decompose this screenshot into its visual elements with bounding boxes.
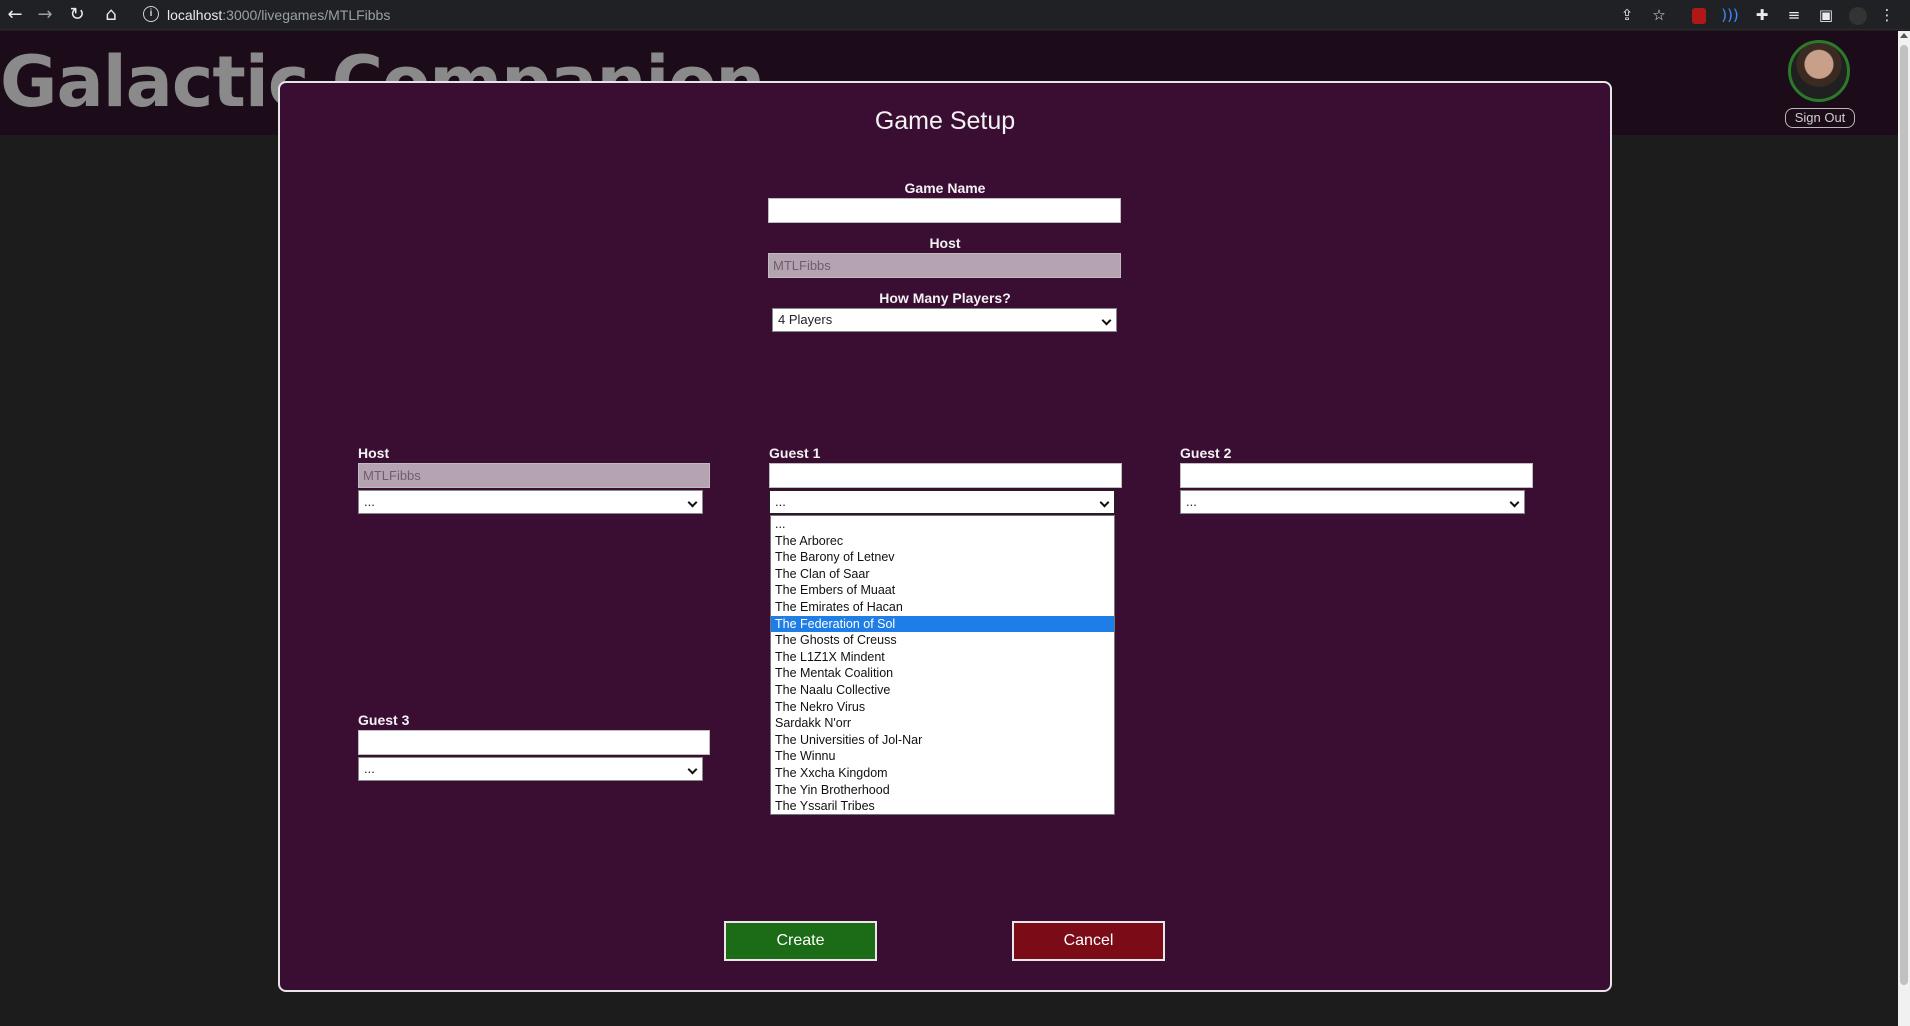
faction-option[interactable]: The Mentak Coalition	[771, 665, 1114, 682]
share-icon[interactable]: ⇪	[1612, 0, 1642, 30]
faction-option[interactable]: The Nekro Virus	[771, 699, 1114, 716]
home-icon[interactable]: ⌂	[96, 0, 126, 30]
guest1-faction-value: ...	[775, 494, 786, 509]
host-input: MTLFibbs	[768, 253, 1121, 278]
page-scrollbar[interactable]	[1898, 31, 1910, 1026]
faction-option[interactable]: The Emirates of Hacan	[771, 599, 1114, 616]
profile-icon[interactable]	[1843, 0, 1873, 30]
extension-wave-icon[interactable]: )))	[1715, 0, 1745, 30]
url-host: localhost	[167, 7, 223, 23]
guest3-name-input[interactable]	[358, 730, 710, 755]
faction-option[interactable]: The L1Z1X Mindent	[771, 649, 1114, 666]
modal-title: Game Setup	[874, 107, 1016, 135]
address-bar[interactable]: localhost:3000/livegames/MTLFibbs	[167, 4, 390, 26]
guest2-label: Guest 2	[1180, 445, 1232, 461]
chevron-down-icon	[687, 764, 698, 775]
guest3-faction-select[interactable]: ...	[358, 757, 703, 781]
menu-icon[interactable]: ⋮	[1872, 0, 1902, 30]
guest3-faction-value: ...	[364, 761, 375, 776]
game-name-label: Game Name	[904, 180, 986, 196]
host-player-name-input: MTLFibbs	[358, 463, 710, 488]
players-count-select[interactable]: 4 Players	[772, 308, 1117, 332]
reload-icon[interactable]: ↻	[62, 0, 92, 30]
url-path: :3000/livegames/MTLFibbs	[222, 7, 391, 23]
chevron-down-icon	[687, 497, 698, 508]
create-button[interactable]: Create	[724, 921, 877, 961]
scrollbar-thumb[interactable]	[1900, 45, 1908, 985]
faction-option[interactable]: The Xxcha Kingdom	[771, 765, 1114, 782]
guest3-label: Guest 3	[358, 712, 410, 728]
guest2-faction-value: ...	[1186, 494, 1197, 509]
puzzle-icon[interactable]: ✚	[1747, 0, 1777, 30]
guest2-faction-select[interactable]: ...	[1180, 490, 1525, 514]
guest2-name-input[interactable]	[1180, 463, 1533, 488]
faction-option[interactable]: ...	[771, 516, 1114, 533]
faction-option[interactable]: The Winnu	[771, 748, 1114, 765]
faction-option[interactable]: The Naalu Collective	[771, 682, 1114, 699]
players-count-value: 4 Players	[778, 312, 833, 327]
sign-out-button[interactable]: Sign Out	[1785, 108, 1855, 128]
faction-option[interactable]: The Yin Brotherhood	[771, 782, 1114, 799]
host-label: Host	[929, 235, 961, 251]
chevron-down-icon	[1101, 315, 1112, 326]
sidepanel-icon[interactable]: ▣	[1811, 0, 1841, 30]
chevron-down-icon	[1099, 497, 1110, 508]
players-count-label: How Many Players?	[879, 290, 1011, 306]
faction-option[interactable]: The Ghosts of Creuss	[771, 632, 1114, 649]
faction-option[interactable]: The Federation of Sol	[771, 615, 1114, 633]
back-icon[interactable]: ←	[0, 0, 30, 30]
faction-option[interactable]: The Clan of Saar	[771, 566, 1114, 583]
guest1-label: Guest 1	[769, 445, 821, 461]
host-player-label: Host	[358, 445, 390, 461]
faction-option[interactable]: The Universities of Jol-Nar	[771, 732, 1114, 749]
guest1-faction-select[interactable]: ...	[769, 490, 1115, 514]
host-faction-select[interactable]: ...	[358, 490, 703, 514]
ublock-icon[interactable]	[1684, 0, 1714, 30]
star-icon[interactable]: ☆	[1644, 0, 1674, 30]
cancel-button[interactable]: Cancel	[1012, 921, 1165, 961]
guest1-name-input[interactable]	[769, 463, 1122, 488]
scroll-up-icon[interactable]	[1900, 33, 1908, 38]
faction-option[interactable]: The Embers of Muaat	[771, 582, 1114, 599]
host-faction-value: ...	[364, 494, 375, 509]
forward-icon[interactable]: →	[30, 0, 60, 30]
chevron-down-icon	[1509, 497, 1520, 508]
browser-toolbar: ← → ↻ ⌂ i localhost:3000/livegames/MTLFi…	[0, 0, 1910, 30]
site-info-icon[interactable]: i	[143, 6, 159, 22]
faction-dropdown-list: ... The Arborec The Barony of Letnev The Cl…	[770, 515, 1115, 815]
faction-option[interactable]: The Barony of Letnev	[771, 549, 1114, 566]
faction-option[interactable]: The Yssaril Tribes	[771, 798, 1114, 815]
faction-option[interactable]: Sardakk N'orr	[771, 715, 1114, 732]
faction-option[interactable]: The Arborec	[771, 533, 1114, 550]
reading-list-icon[interactable]: ≡	[1779, 0, 1809, 30]
game-name-input[interactable]	[768, 198, 1121, 223]
avatar[interactable]	[1788, 40, 1850, 102]
